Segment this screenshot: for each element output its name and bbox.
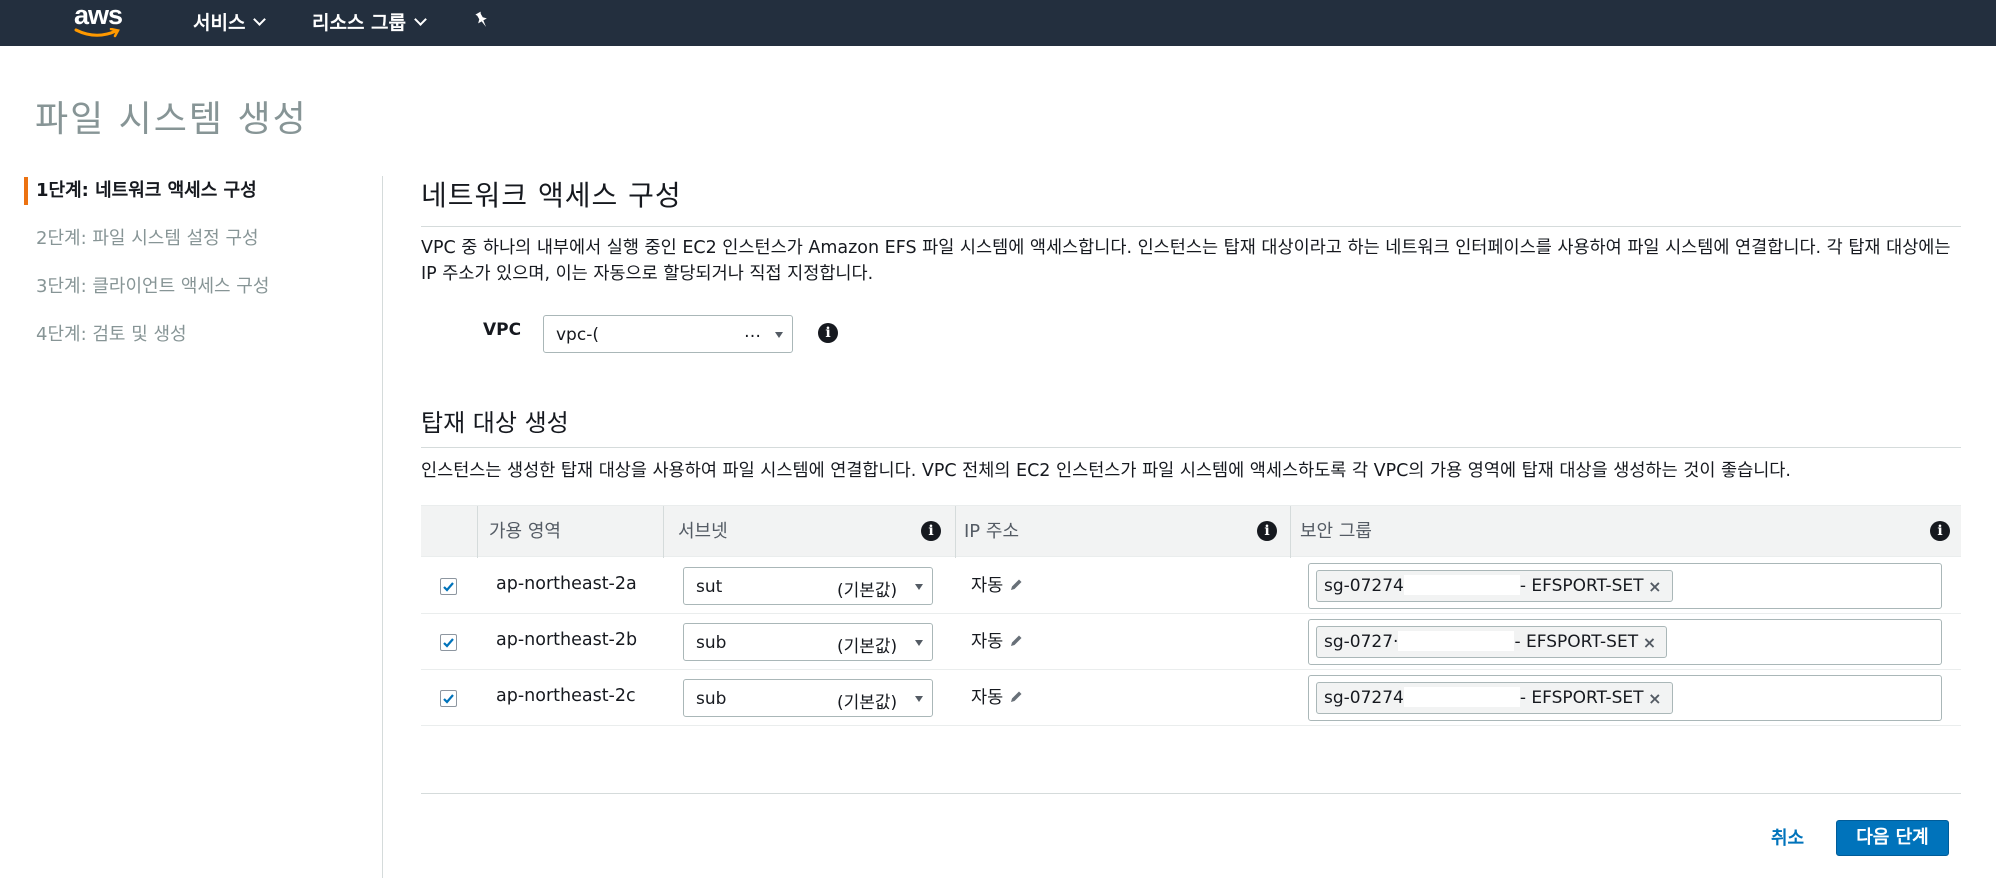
- step-1[interactable]: 1단계: 네트워크 액세스 구성: [24, 175, 354, 223]
- redacted-area: [1398, 630, 1515, 651]
- caret-down-icon: [775, 332, 783, 338]
- sidebar-divider: [382, 176, 383, 878]
- ip-address-auto[interactable]: 자동: [971, 572, 1023, 597]
- column-header-az: 가용 영역: [489, 521, 561, 542]
- subnet-default-label: (기본값): [837, 581, 898, 601]
- ip-address-value: 자동: [971, 632, 1004, 652]
- pencil-icon: [1011, 635, 1022, 646]
- divider: [421, 226, 1961, 227]
- column-header-subnet: 서브넷: [678, 521, 728, 542]
- step-2[interactable]: 2단계: 파일 시스템 설정 구성: [24, 223, 354, 271]
- security-group-token: sg-07274 - EFSPORT-SET ×: [1316, 682, 1673, 714]
- chevron-down-icon: [253, 13, 267, 26]
- chevron-down-icon: [414, 13, 427, 26]
- redacted-area: [1403, 686, 1520, 707]
- subnet-value: sub: [696, 633, 727, 653]
- vpc-select[interactable]: vpc-( …: [543, 315, 793, 353]
- row-checkbox[interactable]: [440, 690, 457, 707]
- caret-down-icon: [915, 640, 923, 646]
- footer-divider: [421, 793, 1961, 794]
- sg-name: - EFSPORT-SET: [1514, 632, 1639, 652]
- sg-id: sg-07274: [1324, 576, 1404, 596]
- pencil-icon: [1011, 579, 1022, 590]
- security-group-token: sg-07274 - EFSPORT-SET ×: [1316, 570, 1673, 602]
- step-4[interactable]: 4단계: 검토 및 생성: [24, 319, 354, 367]
- column-separator: [1290, 506, 1291, 558]
- cancel-button[interactable]: 취소: [1771, 824, 1804, 850]
- subnet-info-icon[interactable]: i: [921, 521, 941, 541]
- security-group-multiselect[interactable]: sg-07274 - EFSPORT-SET ×: [1308, 675, 1942, 721]
- network-access-description: VPC 중 하나의 내부에서 실행 중인 EC2 인스턴스가 Amazon EF…: [421, 238, 1951, 284]
- column-header-ip: IP 주소: [964, 521, 1020, 542]
- ip-address-value: 자동: [971, 688, 1004, 708]
- sg-name: - EFSPORT-SET: [1519, 688, 1644, 708]
- security-group-multiselect[interactable]: sg-0727· - EFSPORT-SET ×: [1308, 619, 1942, 665]
- vpc-select-value: vpc-(: [556, 325, 599, 345]
- remove-token-icon[interactable]: ×: [1648, 572, 1661, 602]
- network-access-title: 네트워크 액세스 구성: [421, 179, 682, 212]
- page-title: 파일 시스템 생성: [35, 99, 308, 140]
- availability-zone: ap-northeast-2a: [496, 574, 637, 594]
- column-header-security-group: 보안 그룹: [1300, 521, 1372, 542]
- table-row: ap-northeast-2b sub (기본값) 자동 sg-0727· - E…: [421, 614, 1961, 670]
- table-row: ap-northeast-2a sut (기본값) 자동 sg-07274 - E…: [421, 558, 1961, 614]
- vpc-ellipsis: …: [744, 322, 761, 342]
- aws-smile-icon: [74, 28, 120, 38]
- resource-groups-label: 리소스 그룹: [312, 12, 407, 34]
- mount-targets-description: 인스턴스는 생성한 탑재 대상을 사용하여 파일 시스템에 연결합니다. VPC…: [421, 461, 1791, 481]
- top-navigation-bar: aws 서비스 리소스 그룹: [0, 0, 1996, 46]
- row-checkbox[interactable]: [440, 578, 457, 595]
- sg-name: - EFSPORT-SET: [1519, 576, 1644, 596]
- subnet-select[interactable]: sub (기본값): [683, 623, 933, 661]
- remove-token-icon[interactable]: ×: [1643, 628, 1656, 658]
- security-group-info-icon[interactable]: i: [1930, 521, 1950, 541]
- subnet-select[interactable]: sub (기본값): [683, 679, 933, 717]
- sg-id: sg-0727·: [1324, 632, 1399, 652]
- caret-down-icon: [915, 696, 923, 702]
- subnet-value: sut: [696, 577, 723, 597]
- subnet-select[interactable]: sut (기본값): [683, 567, 933, 605]
- redacted-area: [1403, 574, 1520, 595]
- availability-zone: ap-northeast-2c: [496, 686, 636, 706]
- pencil-icon: [1011, 691, 1022, 702]
- remove-token-icon[interactable]: ×: [1648, 684, 1661, 714]
- mount-targets-title: 탑재 대상 생성: [421, 409, 569, 437]
- check-icon: [443, 582, 454, 592]
- services-menu[interactable]: 서비스: [193, 8, 267, 35]
- check-icon: [443, 638, 454, 648]
- ip-address-auto[interactable]: 자동: [971, 684, 1023, 709]
- subnet-value: sub: [696, 689, 727, 709]
- step-3[interactable]: 3단계: 클라이언트 액세스 구성: [24, 271, 354, 319]
- ip-info-icon[interactable]: i: [1257, 521, 1277, 541]
- ip-address-value: 자동: [971, 576, 1004, 596]
- aws-logo[interactable]: aws: [72, 0, 128, 42]
- subnet-default-label: (기본값): [837, 693, 898, 713]
- column-separator: [477, 506, 478, 558]
- divider: [421, 447, 1961, 448]
- availability-zone: ap-northeast-2b: [496, 630, 638, 650]
- security-group-token: sg-0727· - EFSPORT-SET ×: [1316, 626, 1668, 658]
- wizard-steps: 1단계: 네트워크 액세스 구성 2단계: 파일 시스템 설정 구성 3단계: …: [24, 175, 354, 367]
- table-header: 가용 영역 서브넷 i IP 주소 i 보안 그룹 i: [421, 505, 1961, 558]
- security-group-multiselect[interactable]: sg-07274 - EFSPORT-SET ×: [1308, 563, 1942, 609]
- row-checkbox[interactable]: [440, 634, 457, 651]
- check-icon: [443, 694, 454, 704]
- pin-icon[interactable]: [474, 11, 490, 34]
- ip-address-auto[interactable]: 자동: [971, 628, 1023, 653]
- aws-logo-text: aws: [74, 0, 123, 30]
- services-label: 서비스: [193, 12, 246, 34]
- vpc-info-icon[interactable]: i: [818, 323, 838, 343]
- subnet-default-label: (기본값): [837, 637, 898, 657]
- next-step-button[interactable]: 다음 단계: [1836, 820, 1949, 856]
- resource-groups-menu[interactable]: 리소스 그룹: [312, 8, 427, 35]
- sg-id: sg-07274: [1324, 688, 1404, 708]
- column-separator: [663, 506, 664, 558]
- caret-down-icon: [915, 584, 923, 590]
- vpc-label: VPC: [483, 320, 522, 340]
- table-row: ap-northeast-2c sub (기본값) 자동 sg-07274 - E…: [421, 670, 1961, 726]
- column-separator: [955, 506, 956, 558]
